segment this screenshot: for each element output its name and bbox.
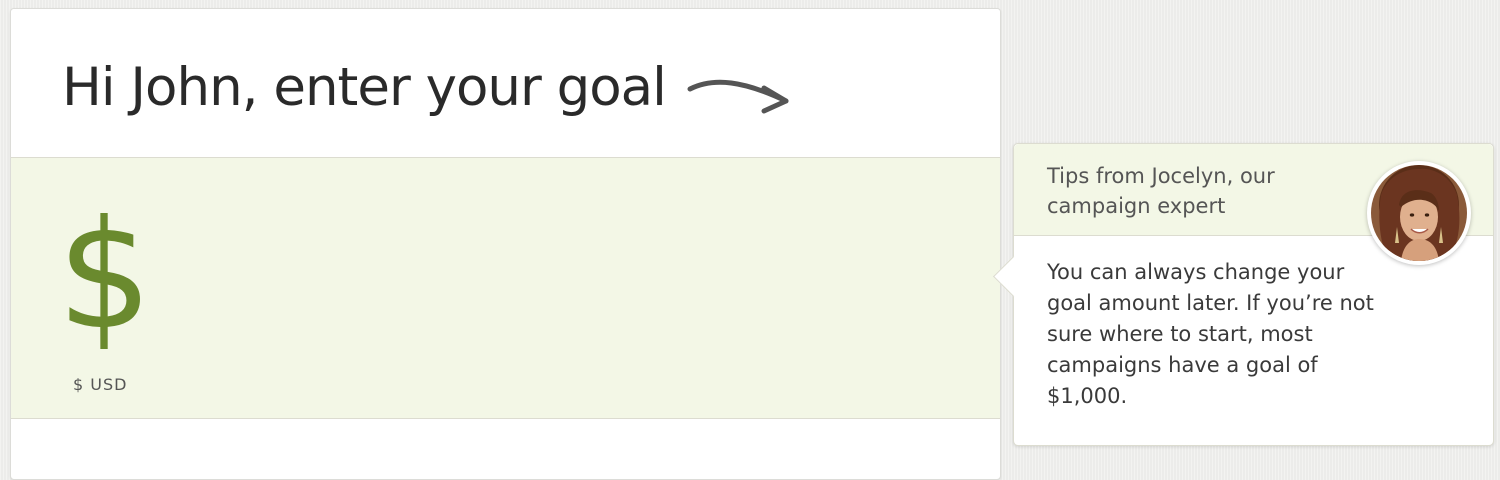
curved-arrow-icon <box>687 79 789 114</box>
avatar <box>1367 161 1471 265</box>
goal-card-header: Hi John, enter your goal <box>11 9 1000 158</box>
tip-body: You can always change your goal amount l… <box>1047 260 1374 408</box>
goal-amount-input[interactable] <box>201 198 945 370</box>
goal-amount-area: $ $ USD <box>11 158 1000 419</box>
page-title: Hi John, enter your goal <box>62 57 667 118</box>
currency-label: $ USD <box>73 375 128 394</box>
avatar-photo <box>1371 165 1467 261</box>
currency-symbol: $ <box>57 189 153 363</box>
tip-title: Tips from Jocelyn, our campaign expert <box>1047 164 1275 218</box>
tip-box: Tips from Jocelyn, our campaign expert Y… <box>992 143 1494 446</box>
goal-card: Hi John, enter your goal $ $ USD <box>10 8 1001 480</box>
